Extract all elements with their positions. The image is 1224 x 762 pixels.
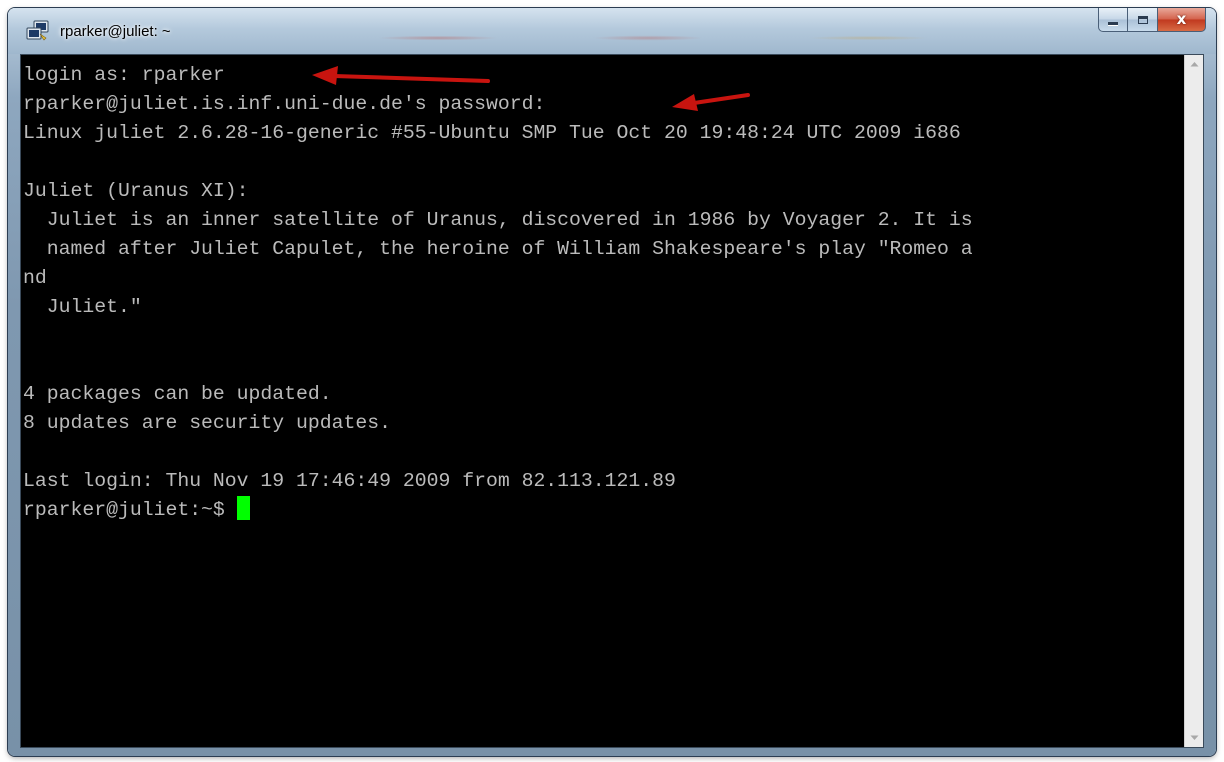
maximize-icon [1137,15,1148,24]
minimize-button[interactable] [1098,8,1128,32]
terminal-line: named after Juliet Capulet, the heroine … [23,238,973,260]
terminal-line: rparker@juliet.is.inf.uni-due.de's passw… [23,93,546,115]
caption-buttons: x [1098,8,1206,32]
terminal-line: Juliet." [23,296,142,318]
terminal-line: login as: rparker [23,64,225,86]
scroll-down-button[interactable] [1185,729,1203,747]
window-title: rparker@juliet: ~ [60,23,171,40]
terminal-line: 8 updates are security updates. [23,412,391,434]
maximize-button[interactable] [1128,8,1158,32]
scroll-up-arrow-icon [1190,62,1198,67]
close-icon: x [1176,10,1187,28]
putty-window: rparker@juliet: ~ x login as: rparker rp… [8,8,1216,756]
putty-icon[interactable] [26,20,50,42]
terminal-line: 4 packages can be updated. [23,383,332,405]
terminal-line: Last login: Thu Nov 19 17:46:49 2009 fro… [23,470,676,492]
scroll-down-arrow-icon [1190,735,1198,740]
scroll-up-button[interactable] [1185,55,1203,73]
terminal-line: nd [23,267,47,289]
close-button[interactable]: x [1158,8,1206,32]
terminal-output[interactable]: login as: rparker rparker@juliet.is.inf.… [21,55,1184,747]
minimize-icon [1108,22,1118,25]
terminal-line: Juliet (Uranus XI): [23,180,249,202]
terminal-line: Linux juliet 2.6.28-16-generic #55-Ubunt… [23,122,961,144]
prompt-line: rparker@juliet:~$ [23,496,250,525]
terminal-line: Juliet is an inner satellite of Uranus, … [23,209,973,231]
title-bar[interactable]: rparker@juliet: ~ x [8,8,1216,54]
terminal-frame: login as: rparker rparker@juliet.is.inf.… [20,54,1204,748]
terminal-cursor [236,496,250,520]
shell-prompt: rparker@juliet:~$ [23,499,225,521]
vertical-scrollbar[interactable] [1184,55,1203,747]
